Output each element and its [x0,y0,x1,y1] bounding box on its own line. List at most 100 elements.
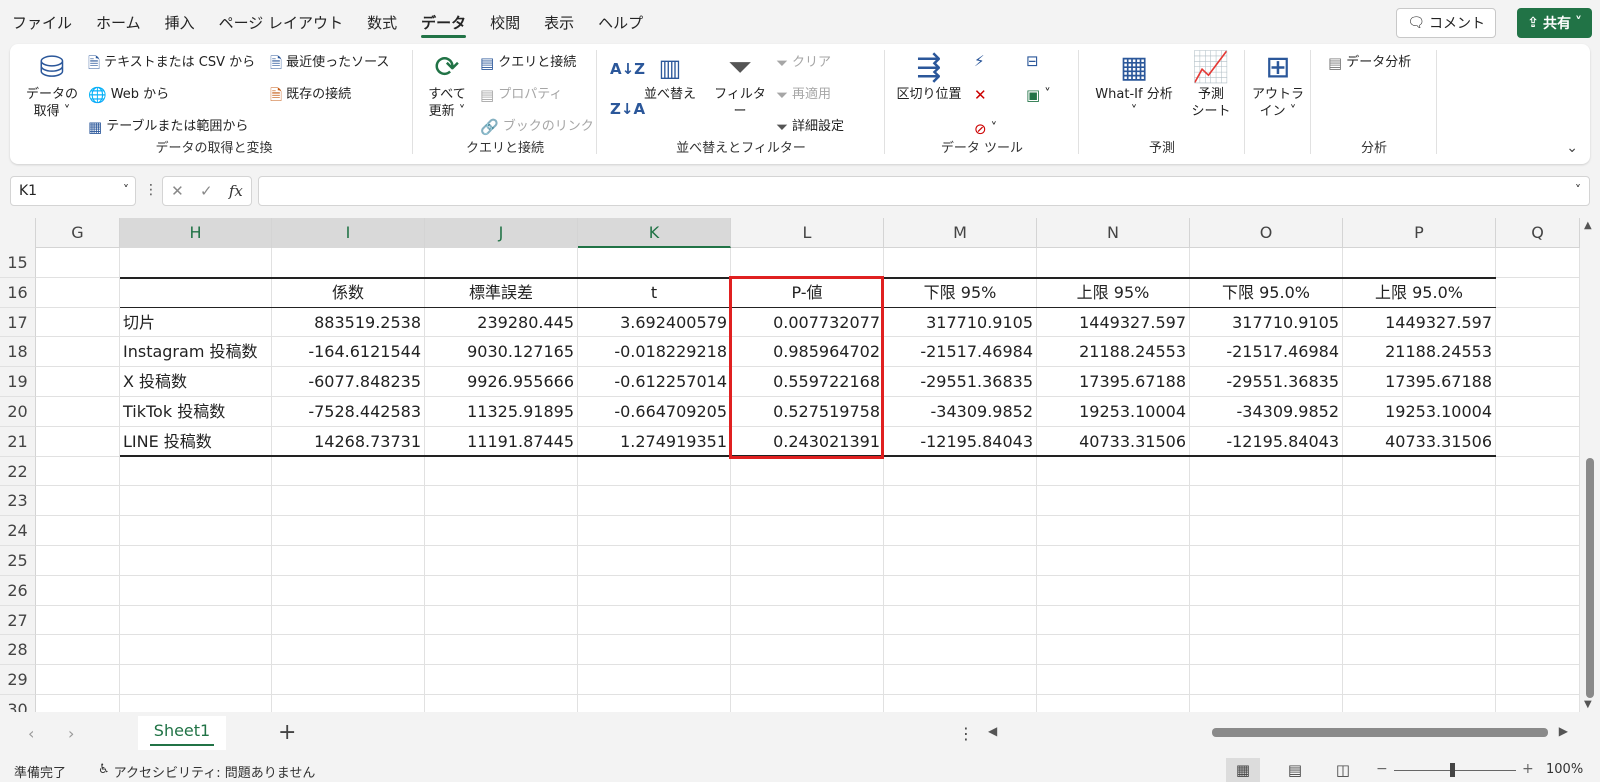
more-icon[interactable]: ⋮ [144,182,158,198]
formula-input[interactable]: ˅ [258,176,1590,206]
table-cell[interactable]: 239280.445 [425,308,577,338]
column-header[interactable]: H [120,218,272,248]
table-cell[interactable]: 係数 [272,278,424,308]
table-cell[interactable]: 19253.10004 [1343,397,1495,427]
scroll-right-icon[interactable]: ▶ [1559,724,1568,738]
row-header[interactable]: 25 [0,546,36,576]
vertical-scrollbar[interactable]: ▲ ▼ [1580,218,1600,712]
table-cell[interactable]: 40733.31506 [1343,427,1495,457]
queries-connections-button[interactable]: ▤ クエリと接続 [480,54,576,72]
table-cell[interactable]: -34309.9852 [1190,397,1342,427]
table-cell[interactable]: -21517.46984 [884,337,1036,367]
insert-function-icon[interactable]: fx [229,182,243,200]
table-cell[interactable]: 317710.9105 [884,308,1036,338]
menu-tab[interactable]: データ [409,0,478,44]
sheet-tab[interactable]: Sheet1 [138,716,226,750]
table-cell[interactable]: 3.692400579 [578,308,730,338]
row-header[interactable]: 15 [0,248,36,278]
prev-sheet-icon[interactable]: ‹ [28,724,34,743]
column-header[interactable]: L [731,218,884,248]
column-header[interactable]: O [1190,218,1343,248]
page-break-view-icon[interactable]: ◫ [1326,758,1360,782]
table-cell[interactable]: 11325.91895 [425,397,577,427]
scroll-down-icon[interactable]: ▼ [1584,699,1592,710]
table-cell[interactable]: t [578,278,730,308]
vertical-scroll-thumb[interactable] [1586,458,1594,698]
horizontal-scroll-thumb[interactable] [1212,728,1548,737]
row-header[interactable]: 20 [0,397,36,427]
table-cell[interactable]: 17395.67188 [1343,367,1495,397]
row-header[interactable]: 19 [0,367,36,397]
spreadsheet-grid[interactable]: GHIJKLMNOPQ ▲ ▼ 15 16 17 18 19 20 21 22 23 24 25 26… [0,218,1600,712]
outline-button[interactable]: ⊞ アウトラ イン ˅ [1250,50,1306,120]
column-header[interactable]: J [425,218,578,248]
table-cell[interactable]: 上限 95.0% [1343,278,1495,308]
menu-tab[interactable]: 数式 [355,0,409,44]
row-header[interactable]: 18 [0,337,36,368]
table-cell[interactable]: 切片 [120,308,271,338]
column-header[interactable]: Q [1496,218,1580,248]
filter-button[interactable]: ⏷ フィルター [710,50,770,120]
column-header[interactable]: K [578,218,731,248]
web-button[interactable]: 🌐 Web から [88,86,169,104]
flash-fill-button[interactable]: ⚡ [974,52,985,70]
row-header[interactable]: 26 [0,575,36,606]
column-header[interactable]: G [36,218,120,248]
table-cell[interactable]: 883519.2538 [272,308,424,338]
horizontal-scrollbar[interactable]: ◀ ▶ [988,724,1568,740]
table-cell[interactable]: -29551.36835 [884,367,1036,397]
data-model-button[interactable]: ▣ ˅ [1026,86,1051,104]
table-cell[interactable]: -21517.46984 [1190,337,1342,367]
row-header[interactable]: 23 [0,486,36,517]
table-cell[interactable]: -0.018229218 [578,337,730,367]
more-icon[interactable]: ⋮ [958,724,974,743]
menu-tab[interactable]: 校閲 [478,0,532,44]
menu-tab[interactable]: ファイル [0,0,84,44]
table-cell[interactable]: -0.664709205 [578,397,730,427]
scroll-left-icon[interactable]: ◀ [988,724,997,738]
column-header[interactable]: M [884,218,1037,248]
next-sheet-icon[interactable]: › [68,724,74,743]
menu-tab[interactable]: ページ レイアウト [207,0,355,44]
row-header[interactable]: 17 [0,307,36,338]
zoom-slider[interactable] [1394,770,1516,771]
existing-connections-button[interactable]: 🗎 既存の接続 [270,86,351,104]
zoom-slider-knob[interactable] [1450,763,1455,777]
data-validation-button[interactable]: ⊘ ˅ [974,120,997,138]
table-cell[interactable]: 19253.10004 [1037,397,1189,427]
table-cell[interactable]: -6077.848235 [272,367,424,397]
page-layout-view-icon[interactable]: ▤ [1278,758,1312,782]
table-cell[interactable]: TikTok 投稿数 [120,397,271,427]
ribbon-collapse-icon[interactable]: ⌄ [1566,140,1578,156]
forecast-sheet-button[interactable]: 📈 予測 シート [1186,50,1236,120]
menu-tab[interactable]: 表示 [532,0,586,44]
reapply-button[interactable]: ⏷ 再適用 [776,86,831,104]
row-header[interactable]: 24 [0,516,36,546]
advanced-filter-button[interactable]: ⏷ 詳細設定 [776,118,844,136]
table-cell[interactable]: -12195.84043 [1190,427,1342,457]
cancel-icon[interactable]: ✕ [171,182,184,200]
table-cell[interactable]: -29551.36835 [1190,367,1342,397]
table-cell[interactable]: X 投稿数 [120,367,271,397]
table-cell[interactable]: 317710.9105 [1190,308,1342,338]
table-cell[interactable]: -164.6121544 [272,337,424,367]
table-cell[interactable]: 下限 95.0% [1190,278,1342,308]
table-cell[interactable]: 1.274919351 [578,427,730,457]
menu-tab[interactable]: 挿入 [153,0,207,44]
zoom-in-icon[interactable]: + [1522,761,1534,777]
row-header[interactable]: 16 [0,277,36,308]
book-links-button[interactable]: 🔗 ブックのリンク [480,118,594,136]
recent-sources-button[interactable]: 🗎 最近使ったソース [270,54,389,72]
menu-tab[interactable]: ホーム [84,0,153,44]
menu-tab[interactable]: ヘルプ [586,0,655,44]
row-header[interactable]: 30 [0,695,36,712]
add-sheet-icon[interactable]: + [278,720,296,745]
get-data-button[interactable]: ⛁ データの 取得 ˅ [24,50,80,120]
table-cell[interactable]: 17395.67188 [1037,367,1189,397]
row-header[interactable]: 27 [0,605,36,636]
table-cell[interactable]: 1449327.597 [1037,308,1189,338]
table-cell[interactable]: 9926.955666 [425,367,577,397]
scroll-up-icon[interactable]: ▲ [1584,220,1592,231]
table-cell[interactable]: 14268.73731 [272,427,424,457]
table-cell[interactable]: LINE 投稿数 [120,427,271,457]
